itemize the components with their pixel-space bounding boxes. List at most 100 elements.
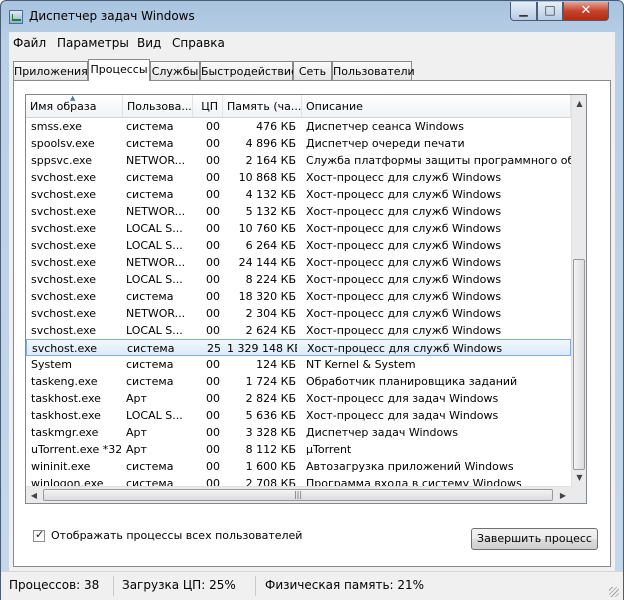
table-row[interactable]: svchost.exe NETWOR... 00 2 304 КБ Хост-проце… [26, 305, 571, 322]
cell-description: Хост-процесс для служб Windows [306, 222, 502, 235]
table-row[interactable]: svchost.exe LOCAL S... 00 2 624 КБ Хост-проц… [26, 322, 571, 339]
menu-help[interactable]: Справка [172, 36, 225, 50]
table-row[interactable]: svchost.exe NETWOR... 00 5 132 КБ Хост-проце… [26, 203, 571, 220]
horizontal-scroll-thumb[interactable]: ||| [43, 489, 553, 501]
table-row[interactable]: svchost.exe система 00 4 132 КБ Хост-процесс… [26, 186, 571, 203]
cell-image-name: svchost.exe [31, 290, 97, 303]
cell-user: система [126, 290, 174, 303]
cell-cpu: 00 [206, 290, 220, 303]
table-row[interactable]: taskhost.exe Арт 00 2 824 КБ Хост-процесс дл… [26, 390, 571, 407]
maximize-button[interactable]: □ [537, 2, 563, 21]
close-button[interactable]: ✕ [563, 2, 609, 21]
cell-cpu: 00 [206, 171, 220, 184]
table-row[interactable]: svchost.exe система 00 18 320 КБ Хост-процес… [26, 288, 571, 305]
table-row[interactable]: spoolsv.exe система 00 4 896 КБ Диспетчер оч… [26, 135, 571, 152]
process-list[interactable]: ▲ Имя образа Пользова... ЦП Память (ча..… [25, 94, 587, 504]
table-row[interactable]: svchost.exe LOCAL S... 00 10 760 КБ Хост-про… [26, 220, 571, 237]
table-row[interactable]: System система 00 124 КБ NT Kernel & System [26, 356, 571, 373]
table-row[interactable]: sppsvc.exe NETWOR... 00 2 164 КБ Служба плат… [26, 152, 576, 169]
scroll-up-icon[interactable]: ▲ [572, 95, 586, 112]
table-row[interactable]: taskeng.exe система 00 1 724 КБ Обработчик п… [26, 373, 571, 390]
tab-performance[interactable]: Быстродействие [200, 61, 298, 80]
table-row[interactable]: svchost.exe NETWOR... 00 24 144 КБ Хост-проц… [26, 254, 571, 271]
cell-cpu: 00 [206, 120, 220, 133]
horizontal-scrollbar[interactable]: ◀ ||| ▶ [26, 486, 571, 503]
scroll-left-icon[interactable]: ◀ [26, 487, 42, 503]
cell-user: NETWOR... [126, 256, 186, 269]
vertical-scroll-thumb[interactable] [573, 259, 585, 470]
cell-description: Обработчик планировщика заданий [306, 375, 518, 388]
scroll-right-icon[interactable]: ▶ [555, 487, 571, 503]
cell-description: Хост-процесс для служб Windows [306, 256, 502, 269]
tab-users[interactable]: Пользователи [332, 61, 415, 80]
cell-cpu: 00 [206, 273, 220, 286]
status-divider [255, 576, 256, 596]
cell-user: LOCAL S... [126, 273, 183, 286]
title-bar[interactable]: Диспетчер задач Windows ▁ □ ✕ [1, 1, 623, 31]
tab-services[interactable]: Службы [150, 61, 200, 80]
cell-cpu: 00 [206, 443, 220, 456]
cell-memory: 1 600 КБ [245, 460, 296, 473]
cell-description: Хост-процесс для служб Windows [306, 205, 502, 218]
cell-memory: 5 636 КБ [245, 409, 296, 422]
cell-memory: 476 КБ [256, 120, 296, 133]
menu-options[interactable]: Параметры [57, 36, 129, 50]
cell-image-name: smss.exe [31, 120, 82, 133]
task-manager-window: Диспетчер задач Windows ▁ □ ✕ Файл Парам… [0, 0, 624, 600]
table-row[interactable]: svchost.exe LOCAL S... 00 6 264 КБ Хост-проц… [26, 237, 571, 254]
cell-user: Арт [126, 443, 147, 456]
table-row[interactable]: svchost.exe система 00 10 868 КБ Хост-процес… [26, 169, 571, 186]
table-row[interactable]: svchost.exe LOCAL S... 00 8 224 КБ Хост-проц… [26, 271, 571, 288]
tab-applications[interactable]: Приложения [13, 61, 88, 80]
resize-grip-icon[interactable] [609, 587, 619, 597]
cell-memory: 4 896 КБ [245, 137, 296, 150]
column-cpu[interactable]: ЦП [193, 95, 223, 117]
column-cpu-label: ЦП [201, 100, 218, 113]
cell-cpu: 00 [206, 324, 220, 337]
column-user[interactable]: Пользова... [123, 95, 193, 117]
vertical-scrollbar[interactable]: ▲ ▼ [571, 95, 586, 486]
show-all-users-label[interactable]: Отображать процессы всех пользователей [51, 529, 302, 542]
cell-description: Диспетчер очереди печати [306, 137, 465, 150]
menu-bar: Файл Параметры Вид Справка [9, 32, 615, 54]
cell-user: NETWOR... [126, 154, 186, 167]
menu-file[interactable]: Файл [13, 36, 46, 50]
cell-memory: 8 224 КБ [245, 273, 296, 286]
table-row[interactable]: wininit.exe система 00 1 600 КБ Автозагрузка… [26, 458, 571, 475]
end-process-button[interactable]: Завершить процесс [471, 528, 598, 550]
cell-description: Хост-процесс для служб Windows [306, 239, 502, 252]
tab-processes[interactable]: Процессы [88, 59, 150, 81]
cell-cpu: 00 [206, 154, 220, 167]
scroll-down-icon[interactable]: ▼ [572, 469, 586, 486]
cell-image-name: taskhost.exe [31, 392, 101, 405]
tab-network[interactable]: Сеть [293, 61, 332, 80]
cell-memory: 8 112 КБ [245, 443, 296, 456]
cell-image-name: taskhost.exe [31, 409, 101, 422]
cell-memory: 2 824 КБ [245, 392, 296, 405]
table-row[interactable]: taskhost.exe LOCAL S... 00 5 636 КБ Хост-про… [26, 407, 571, 424]
menu-view[interactable]: Вид [137, 36, 161, 50]
cell-cpu: 00 [206, 426, 220, 439]
cell-user: система [126, 171, 174, 184]
cell-user: LOCAL S... [126, 222, 183, 235]
cell-user: Арт [126, 392, 147, 405]
table-row[interactable]: svchost.exe система 25 1 329 148 КБ Хост-про… [26, 339, 571, 356]
cell-cpu: 00 [206, 205, 220, 218]
column-description[interactable]: Описание [302, 95, 571, 117]
table-row[interactable]: uTorrent.exe *32 Арт 00 8 112 КБ µTorrent [26, 441, 571, 458]
table-row[interactable]: smss.exe система 00 476 КБ Диспетчер сеанса … [26, 118, 571, 135]
cell-user: Арт [126, 426, 147, 439]
cell-image-name: svchost.exe [31, 205, 97, 218]
column-image-name-label: Имя образа [30, 100, 97, 113]
minimize-button[interactable]: ▁ [510, 2, 537, 21]
table-row[interactable]: taskmgr.exe Арт 00 3 328 КБ Диспетчер задач … [26, 424, 571, 441]
column-memory[interactable]: Память (ча... [223, 95, 302, 117]
cell-description: Диспетчер сеанса Windows [306, 120, 465, 133]
show-all-users-checkbox[interactable]: ✓ [33, 528, 45, 542]
cell-cpu: 00 [206, 358, 220, 371]
cell-image-name: svchost.exe [32, 342, 98, 355]
cell-user: система [126, 375, 174, 388]
cell-description: Служба платформы защиты программного обе… [306, 154, 576, 167]
column-image-name[interactable]: ▲ Имя образа [26, 95, 123, 117]
status-memory: Физическая память: 21% [265, 578, 425, 592]
